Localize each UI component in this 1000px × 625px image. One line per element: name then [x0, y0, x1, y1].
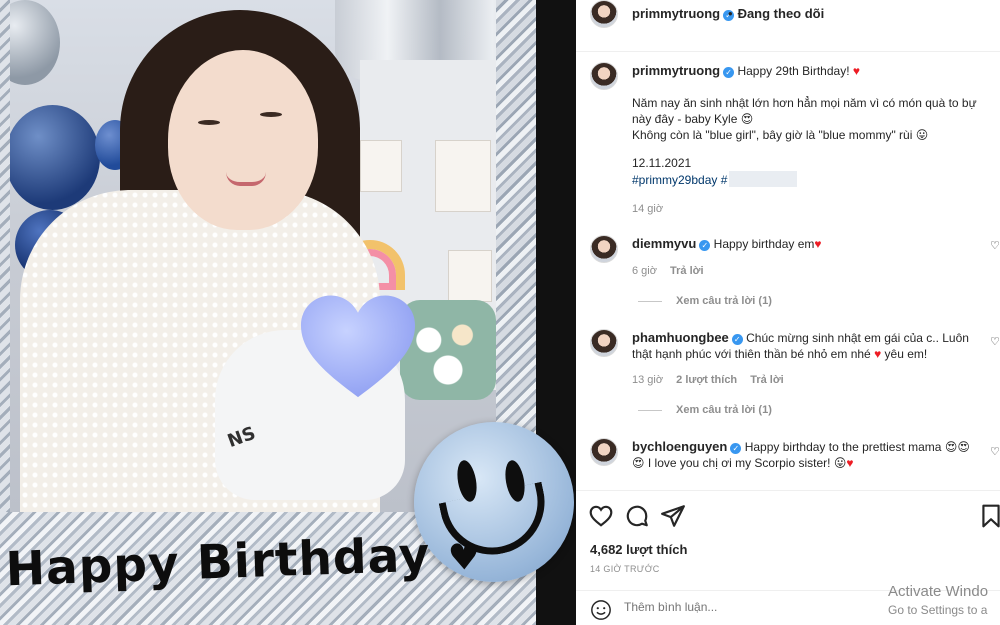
- happy-birthday-handwriting: Happy Birthday ♥: [4, 527, 482, 598]
- caption-hashtags: #primmy29bday #: [632, 171, 982, 188]
- comment-bychloenguyen: bychloenguyen ✓ Happy birthday to the pre…: [632, 439, 972, 471]
- heart-icon[interactable]: [588, 503, 614, 529]
- comment-icon[interactable]: [624, 503, 650, 529]
- comment-username[interactable]: bychloenguyen: [632, 439, 727, 454]
- hashtag-link[interactable]: #: [721, 173, 728, 187]
- hashtag-link[interactable]: #primmy29bday: [632, 173, 717, 187]
- avatar[interactable]: [590, 62, 618, 90]
- comment-like-icon[interactable]: ♡: [990, 239, 1000, 252]
- post-header: primmytruong ✓ • Đang theo dõi: [576, 0, 1000, 52]
- post-author[interactable]: primmytruong ✓: [632, 6, 735, 21]
- comment-like-icon[interactable]: ♡: [990, 445, 1000, 458]
- caption-username[interactable]: primmytruong: [632, 63, 720, 78]
- comment-phamhuongbee: phamhuongbee ✓ Chúc mừng sinh nhật em gái…: [632, 330, 972, 362]
- post-photo[interactable]: NS Happy Birthday ♥: [0, 0, 576, 625]
- username-text[interactable]: primmytruong: [632, 6, 720, 21]
- avatar[interactable]: [590, 235, 618, 263]
- separator-dot: •: [728, 6, 733, 21]
- comment-username[interactable]: phamhuongbee: [632, 330, 729, 345]
- paper-plane-icon[interactable]: [660, 503, 686, 529]
- caption: primmytruong ✓ Happy 29th Birthday! ♥: [632, 63, 982, 79]
- comment-text: Happy birthday em: [713, 237, 815, 251]
- face: [168, 50, 318, 230]
- broken-heart-emoji-icon: ♥: [846, 456, 854, 470]
- eye: [260, 112, 282, 117]
- smile-icon[interactable]: [590, 599, 612, 621]
- verified-badge-icon: ✓: [731, 334, 743, 345]
- caption-line2: Không còn là "blue girl", bây giờ là "bl…: [632, 128, 913, 142]
- caption-date-text: 12.11.2021: [632, 156, 692, 170]
- smile: [226, 172, 266, 186]
- comment-username[interactable]: diemmyvu: [632, 236, 696, 251]
- blue-heart-sticker-icon: [300, 295, 416, 398]
- divider-line: [638, 300, 662, 302]
- comment-meta: 6 giờ Trả lời: [632, 265, 714, 277]
- view-replies-label[interactable]: Xem câu trả lời (1): [676, 404, 772, 416]
- comment-meta: 13 giờ 2 lượt thích Trả lời: [632, 374, 794, 386]
- red-heart-emoji-icon: ♥: [852, 64, 861, 78]
- divider-line: [638, 409, 662, 411]
- caption-date: 12.11.2021: [632, 155, 982, 171]
- caption-time: 14 giờ: [632, 203, 664, 215]
- caption-title: Happy 29th Birthday!: [737, 64, 850, 78]
- comment-time: 6 giờ: [632, 265, 657, 277]
- comment-text-end: I love you chị ơi my Scorpio sister!: [647, 456, 831, 470]
- avatar[interactable]: [590, 0, 618, 28]
- red-heart-emoji-icon: ♥: [874, 347, 882, 361]
- verified-badge-icon: ✓: [699, 240, 711, 251]
- comments-list[interactable]: primmytruong ✓ Happy 29th Birthday! ♥ Năm…: [576, 52, 1000, 490]
- avatar[interactable]: [590, 438, 618, 466]
- comment-like-icon[interactable]: ♡: [990, 335, 1000, 348]
- windows-activation-watermark: Activate Windo Go to Settings to a: [888, 582, 988, 620]
- follow-status-label[interactable]: Đang theo dõi: [738, 6, 825, 21]
- holographic-frame-left: [0, 0, 10, 512]
- activate-subtitle: Go to Settings to a: [888, 603, 988, 617]
- avatar[interactable]: [590, 329, 618, 357]
- post-side-panel: primmytruong ✓ • Đang theo dõi primmytruon…: [576, 0, 1000, 625]
- comment-text: Happy birthday to the prettiest mama: [744, 440, 942, 454]
- reply-button[interactable]: Trả lời: [750, 374, 784, 386]
- view-replies[interactable]: Xem câu trả lời (1): [638, 404, 772, 416]
- comment-diemmyvu: diemmyvu ✓ Happy birthday em♥: [632, 236, 972, 252]
- bookmark-icon[interactable]: [978, 503, 1000, 529]
- tongue-emoji-icon: 😛: [915, 128, 929, 142]
- comment-text-end: yêu em!: [884, 347, 928, 361]
- reply-button[interactable]: Trả lời: [670, 265, 704, 277]
- view-replies[interactable]: Xem câu trả lời (1): [638, 295, 772, 307]
- verified-badge-icon: ✓: [730, 443, 742, 454]
- activate-title: Activate Windo: [888, 583, 989, 600]
- follow-status[interactable]: • Đang theo dõi: [728, 6, 824, 21]
- likes-count[interactable]: 4,682 lượt thích: [590, 542, 687, 557]
- woman-figure: NS: [0, 0, 500, 512]
- caption-line1: Năm nay ăn sinh nhật lớn hơn hẳn mọi năm…: [632, 96, 977, 126]
- post-actions: 4,682 lượt thích 14 GIỜ TRƯỚC: [576, 490, 1000, 590]
- post-time-ago: 14 GIỜ TRƯỚC: [590, 564, 660, 574]
- verified-badge-icon: ✓: [723, 67, 735, 78]
- heart-eyes-emoji-icon: 😍: [740, 112, 754, 126]
- comment-time: 13 giờ: [632, 374, 664, 386]
- blurred-hashtag: [729, 171, 798, 187]
- tongue-emoji-icon: 😛: [833, 456, 847, 470]
- comment-likes[interactable]: 2 lượt thích: [676, 374, 737, 386]
- caption-body: Năm nay ăn sinh nhật lớn hơn hẳn mọi năm…: [632, 95, 982, 143]
- red-heart-emoji-icon: ♥: [814, 237, 822, 251]
- eye: [198, 120, 220, 125]
- caption-meta: 14 giờ: [632, 203, 673, 215]
- comment-input[interactable]: [624, 600, 874, 614]
- view-replies-label[interactable]: Xem câu trả lời (1): [676, 295, 772, 307]
